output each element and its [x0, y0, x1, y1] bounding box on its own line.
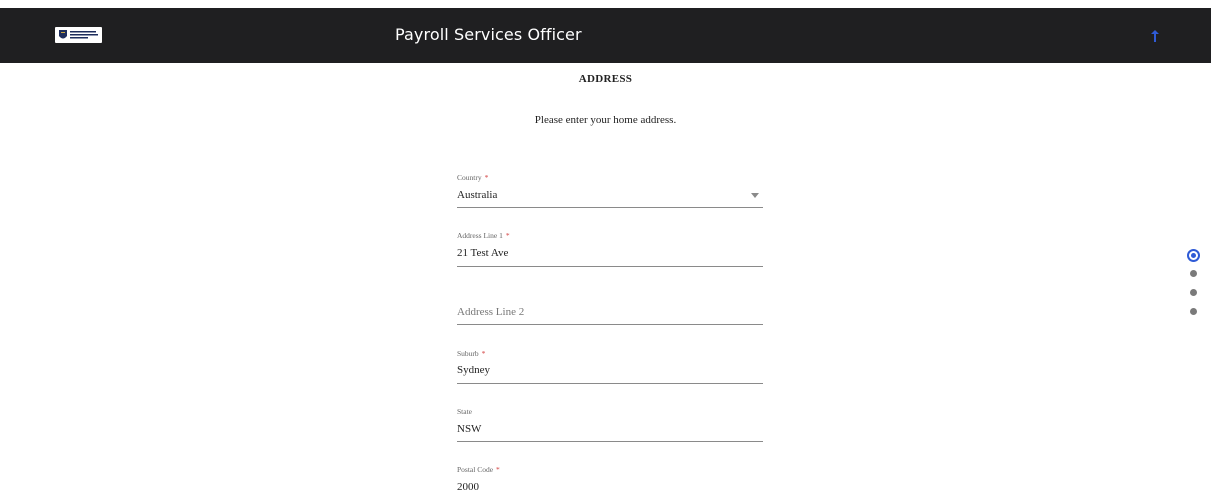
page-nav-dot-3[interactable] [1190, 289, 1197, 296]
state-field[interactable]: State NSW [457, 407, 763, 445]
arrow-up-icon [1151, 30, 1159, 42]
university-logo[interactable] [55, 27, 102, 43]
postal-code-input[interactable]: 2000 [457, 481, 763, 493]
state-underline [457, 441, 763, 442]
country-select[interactable]: Country * Australia [457, 172, 763, 210]
suburb-underline [457, 383, 763, 384]
page-nav-dot-1[interactable] [1187, 249, 1200, 262]
state-label: State [457, 407, 472, 416]
suburb-input[interactable]: Sydney [457, 364, 763, 376]
address-line-2-underline [457, 324, 763, 325]
postal-code-field[interactable]: Postal Code * 2000 [457, 465, 763, 495]
scroll-to-top-button[interactable] [1148, 26, 1162, 46]
section-heading: ADDRESS [578, 73, 633, 85]
chevron-down-icon[interactable] [751, 193, 759, 198]
address-line-1-field[interactable]: Address Line 1 * 21 Test Ave [457, 231, 763, 269]
page-nav-dot-2[interactable] [1190, 270, 1197, 277]
address-line-2-input[interactable]: Address Line 2 [457, 306, 524, 318]
address-line-1-underline [457, 266, 763, 267]
page-title: Payroll Services Officer [395, 25, 582, 44]
address-line-1-input[interactable]: 21 Test Ave [457, 247, 763, 259]
postal-code-label: Postal Code * [457, 465, 500, 474]
section-instructions: Please enter your home address. [534, 114, 677, 126]
address-line-1-label: Address Line 1 * [457, 231, 510, 240]
country-underline [457, 207, 763, 208]
suburb-field[interactable]: Suburb * Sydney [457, 349, 763, 387]
page-nav-dot-4[interactable] [1190, 308, 1197, 315]
top-bar: Payroll Services Officer [0, 8, 1211, 63]
state-input[interactable]: NSW [457, 423, 763, 435]
suburb-label: Suburb * [457, 349, 486, 358]
address-line-2-field[interactable]: Address Line 2 [457, 290, 763, 328]
country-value: Australia [457, 189, 498, 201]
country-label: Country * [457, 173, 489, 182]
